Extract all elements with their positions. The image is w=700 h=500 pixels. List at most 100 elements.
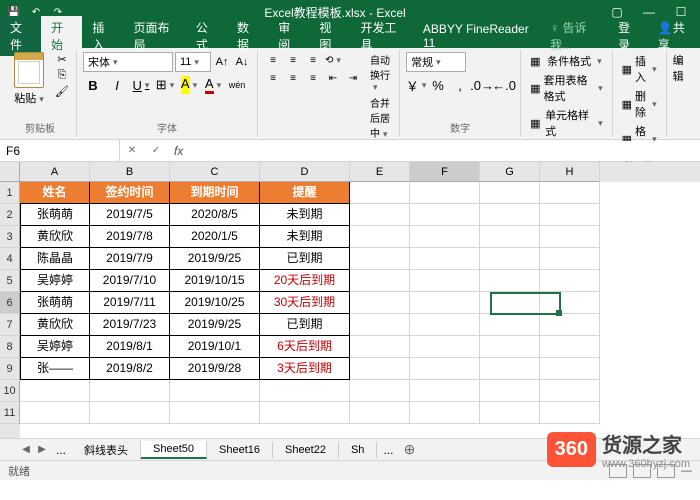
paste-button[interactable]: 粘贴 [14, 90, 44, 106]
cell[interactable]: 已到期 [260, 248, 350, 270]
cell[interactable] [480, 314, 540, 336]
cell[interactable]: 2019/10/25 [170, 292, 260, 314]
cell[interactable] [480, 270, 540, 292]
row-header[interactable]: 6 [0, 292, 20, 314]
cell[interactable]: 2019/10/15 [170, 270, 260, 292]
underline-button[interactable]: U [131, 75, 151, 95]
cell-styles-button[interactable]: ▦单元格样式 [527, 106, 606, 140]
cell[interactable] [170, 402, 260, 424]
italic-button[interactable]: I [107, 75, 127, 95]
cell[interactable]: 2019/9/28 [170, 358, 260, 380]
bold-button[interactable]: B [83, 75, 103, 95]
cell[interactable] [480, 182, 540, 204]
sheet-tab[interactable]: 斜线表头 [72, 440, 141, 460]
sheet-tab-active[interactable]: Sheet50 [141, 441, 207, 459]
paste-icon[interactable] [14, 52, 44, 88]
col-header[interactable]: E [350, 162, 410, 182]
font-name-select[interactable]: 宋体 [83, 52, 173, 72]
col-header[interactable]: B [90, 162, 170, 182]
cell[interactable] [410, 204, 480, 226]
cell[interactable] [410, 336, 480, 358]
currency-icon[interactable]: ￥ [406, 75, 426, 95]
cell[interactable] [170, 380, 260, 402]
cell[interactable] [350, 182, 410, 204]
cell[interactable] [350, 380, 410, 402]
spreadsheet-grid[interactable]: 1 2 3 4 5 6 7 8 9 10 11 A B C D E F G H … [0, 162, 700, 438]
col-header[interactable]: G [480, 162, 540, 182]
conditional-format-button[interactable]: ▦条件格式 [527, 52, 606, 70]
enter-formula-icon[interactable]: ✓ [144, 145, 168, 156]
align-left-icon[interactable]: ≡ [264, 70, 282, 86]
cell[interactable] [410, 226, 480, 248]
inc-decimal-icon[interactable]: .0→ [472, 75, 492, 95]
cell[interactable] [540, 182, 600, 204]
cell[interactable]: 黄欣欣 [20, 314, 90, 336]
dec-decimal-icon[interactable]: ←.0 [494, 75, 514, 95]
fill-color-button[interactable]: A [179, 75, 199, 95]
cell[interactable]: 20天后到期 [260, 270, 350, 292]
sheet-tab[interactable]: Sheet22 [273, 442, 339, 458]
cell[interactable]: 2019/10/1 [170, 336, 260, 358]
cell[interactable]: 张萌萌 [20, 204, 90, 226]
cell[interactable]: 张萌萌 [20, 292, 90, 314]
font-size-select[interactable]: 11 [175, 52, 211, 72]
cell[interactable] [540, 226, 600, 248]
cell[interactable] [410, 270, 480, 292]
cell[interactable] [350, 336, 410, 358]
cell[interactable] [410, 292, 480, 314]
cell[interactable]: 2019/8/1 [90, 336, 170, 358]
cell[interactable]: 黄欣欣 [20, 226, 90, 248]
row-header[interactable]: 10 [0, 380, 20, 402]
cell[interactable] [540, 314, 600, 336]
format-painter-icon[interactable]: 🖌 [54, 84, 70, 98]
sheet-nav-prev-icon[interactable]: ◀ [18, 444, 34, 455]
edit-button[interactable]: 编辑 [673, 52, 690, 84]
sheet-nav-next-icon[interactable]: ▶ [34, 444, 50, 455]
cell[interactable] [410, 314, 480, 336]
number-format-select[interactable]: 常规 [406, 52, 466, 72]
cell[interactable]: 姓名 [20, 182, 90, 204]
cell[interactable]: 2019/7/8 [90, 226, 170, 248]
cell[interactable] [90, 380, 170, 402]
delete-cells-button[interactable]: ▦删除 [619, 87, 660, 121]
cell[interactable] [540, 204, 600, 226]
row-header[interactable]: 5 [0, 270, 20, 292]
cell[interactable]: 2020/8/5 [170, 204, 260, 226]
sheet-tab[interactable]: Sh [339, 442, 377, 458]
cell[interactable] [90, 402, 170, 424]
col-header[interactable]: F [410, 162, 480, 182]
cell[interactable] [260, 402, 350, 424]
table-format-button[interactable]: ▦套用表格格式 [527, 71, 606, 105]
cell[interactable] [410, 380, 480, 402]
cell[interactable]: 2019/8/2 [90, 358, 170, 380]
cell[interactable]: 未到期 [260, 204, 350, 226]
fx-icon[interactable]: fx [168, 144, 189, 158]
cell[interactable]: 张—— [20, 358, 90, 380]
cell[interactable] [480, 226, 540, 248]
cell[interactable] [410, 358, 480, 380]
cell[interactable]: 签约时间 [90, 182, 170, 204]
cell[interactable]: 提醒 [260, 182, 350, 204]
align-middle-icon[interactable]: ≡ [284, 52, 302, 68]
cell[interactable] [350, 204, 410, 226]
cell[interactable] [480, 402, 540, 424]
decrease-font-icon[interactable]: A↓ [233, 53, 251, 71]
cell[interactable] [540, 358, 600, 380]
row-header[interactable]: 8 [0, 336, 20, 358]
cell[interactable] [260, 380, 350, 402]
cell[interactable] [350, 270, 410, 292]
align-right-icon[interactable]: ≡ [304, 70, 322, 86]
cell[interactable]: 3天后到期 [260, 358, 350, 380]
cell[interactable] [540, 248, 600, 270]
formula-input[interactable] [189, 141, 700, 160]
tab-abbyy[interactable]: ABBYY FineReader 11 [413, 19, 540, 53]
phonetic-icon[interactable]: wén [227, 75, 247, 95]
cell[interactable] [480, 248, 540, 270]
cell[interactable] [540, 270, 600, 292]
cell[interactable]: 2019/7/5 [90, 204, 170, 226]
add-sheet-icon[interactable]: ⊕ [399, 441, 419, 458]
cell[interactable] [480, 358, 540, 380]
cell[interactable] [480, 380, 540, 402]
cell[interactable]: 陈晶晶 [20, 248, 90, 270]
cell[interactable] [20, 402, 90, 424]
